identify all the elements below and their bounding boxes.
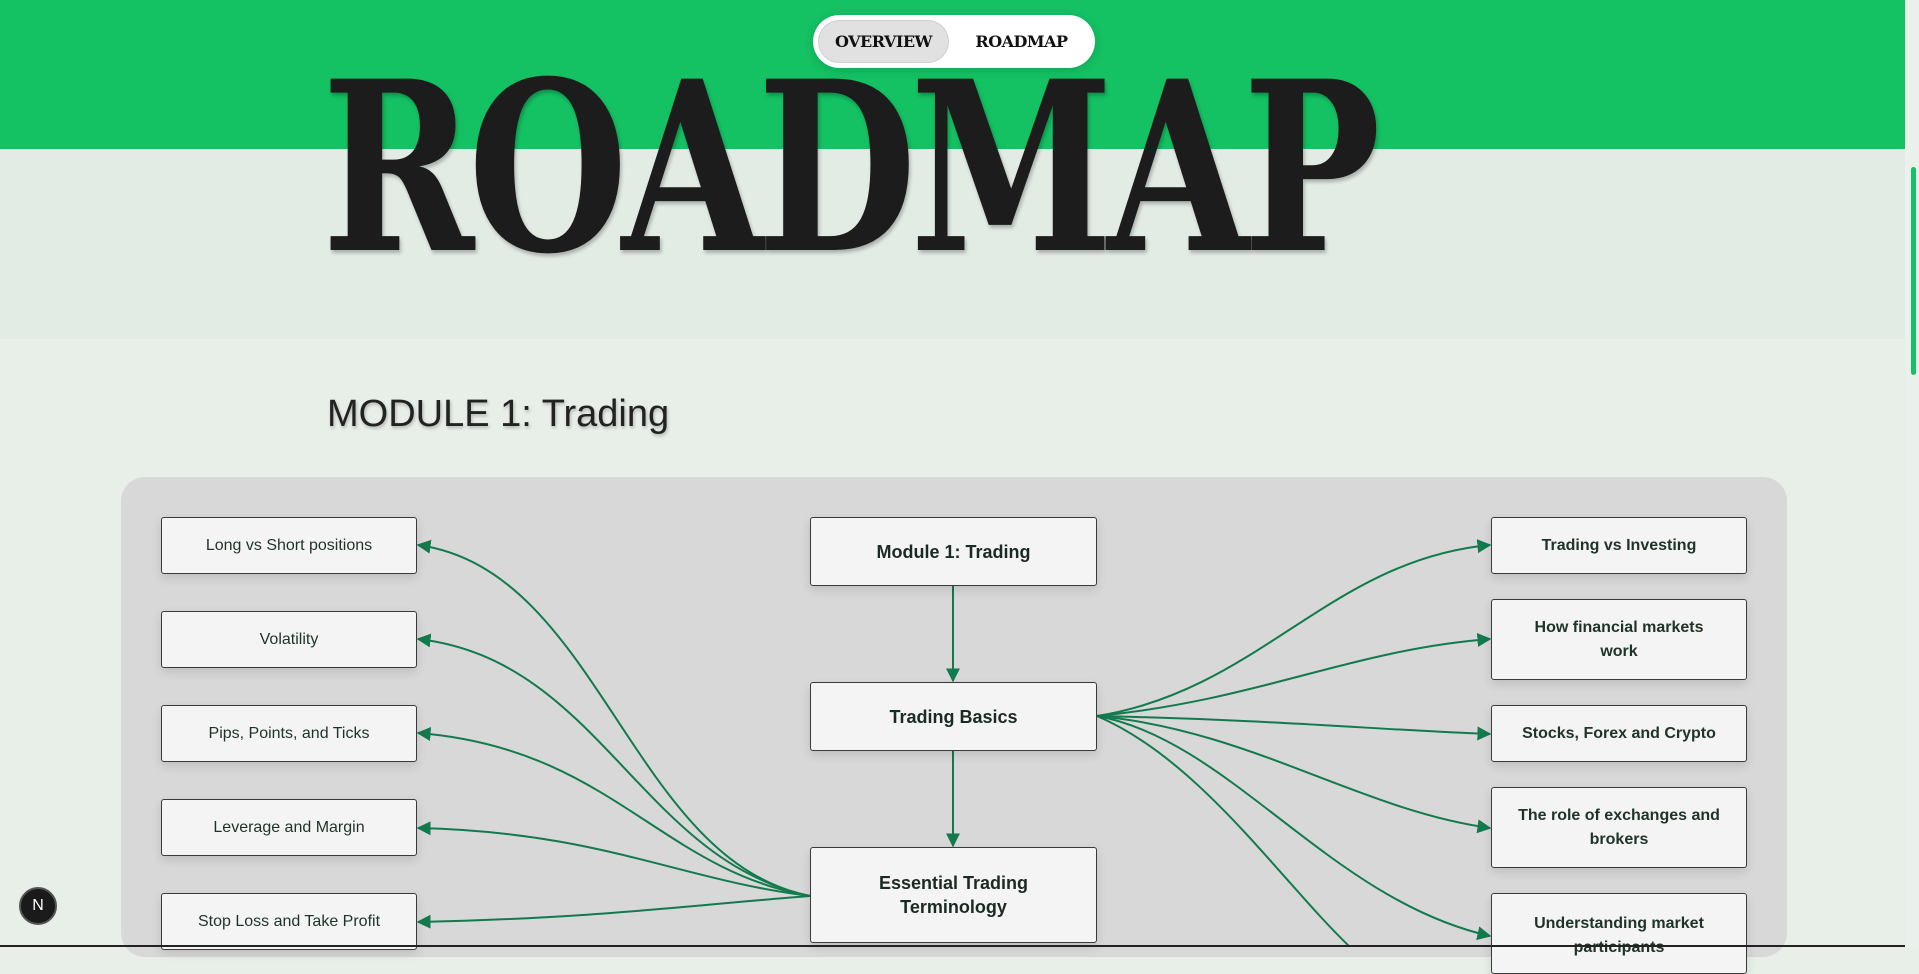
- node-stocks-forex-crypto[interactable]: Stocks, Forex and Crypto: [1491, 705, 1747, 762]
- node-essential-trading-terminology[interactable]: Essential Trading Terminology: [810, 847, 1097, 943]
- node-volatility[interactable]: Volatility: [161, 611, 417, 668]
- n-badge-icon[interactable]: N: [19, 887, 57, 925]
- node-pips-points-ticks[interactable]: Pips, Points, and Ticks: [161, 705, 417, 762]
- node-leverage-margin[interactable]: Leverage and Margin: [161, 799, 417, 856]
- node-long-vs-short[interactable]: Long vs Short positions: [161, 517, 417, 574]
- node-stop-loss-take-profit[interactable]: Stop Loss and Take Profit: [161, 893, 417, 950]
- scrollbar-thumb[interactable]: [1911, 167, 1916, 375]
- node-role-of-exchanges[interactable]: The role of exchanges and brokers: [1491, 787, 1747, 868]
- node-module-1-trading[interactable]: Module 1: Trading: [810, 517, 1097, 586]
- node-trading-vs-investing[interactable]: Trading vs Investing: [1491, 517, 1747, 574]
- scrollbar-track[interactable]: [1905, 0, 1919, 947]
- hero-title: ROADMAP: [322, 30, 1381, 306]
- module-title: MODULE 1: Trading: [327, 393, 670, 435]
- node-how-financial-markets-work[interactable]: How financial markets work: [1491, 599, 1747, 680]
- node-market-participants[interactable]: Understanding market participants: [1491, 893, 1747, 974]
- node-trading-basics[interactable]: Trading Basics: [810, 682, 1097, 751]
